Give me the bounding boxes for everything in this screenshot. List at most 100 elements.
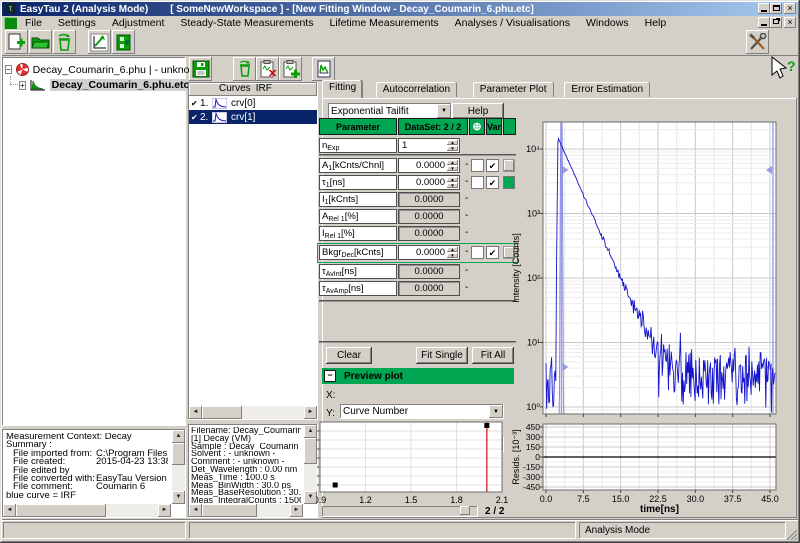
spinner-up-icon[interactable]: ▲: [447, 140, 458, 145]
chevron-down-icon[interactable]: ▼: [437, 104, 451, 118]
param-value-field[interactable]: 0.0000▲▼: [398, 245, 460, 260]
dataset-slider[interactable]: [322, 506, 478, 517]
mdi-minimize-button[interactable]: [758, 17, 770, 28]
minimize-button[interactable]: [758, 3, 770, 14]
menu-help[interactable]: Help: [637, 17, 675, 29]
add-to-list-button[interactable]: [279, 57, 302, 81]
menu-file[interactable]: File: [17, 17, 50, 29]
delete-curve-button[interactable]: [233, 57, 256, 81]
remove-from-list-button[interactable]: ✕: [256, 57, 279, 81]
curves-list-header[interactable]: Curves IRF: [189, 83, 317, 96]
tab-parameter-plot[interactable]: Parameter Plot: [473, 82, 554, 97]
spinner-down-icon[interactable]: ▼: [447, 166, 458, 171]
scrollbar-track[interactable]: [202, 406, 304, 419]
fit-single-button[interactable]: Fit Single: [416, 347, 468, 364]
scrollbar-thumb[interactable]: [202, 504, 257, 517]
expand-expander-icon[interactable]: +: [19, 81, 26, 90]
spinner-down-icon[interactable]: ▼: [447, 253, 458, 258]
var-checkbox[interactable]: ✔: [486, 176, 499, 189]
info-horizontal-scrollbar[interactable]: ◄ ►: [189, 504, 303, 517]
tab-autocorrelation[interactable]: Autocorrelation: [376, 82, 457, 97]
collapse-expander-icon[interactable]: −: [5, 65, 12, 74]
open-workspace-button[interactable]: [29, 30, 52, 54]
checkmark-icon[interactable]: ✔: [191, 99, 200, 108]
scrollbar-thumb[interactable]: [172, 443, 185, 465]
param-value-field[interactable]: 0.0000▲▼: [398, 175, 460, 190]
spinner-up-icon[interactable]: ▲: [447, 247, 458, 252]
settings-tools-button[interactable]: [746, 30, 769, 54]
spinner-down-icon[interactable]: ▼: [447, 146, 458, 151]
scrollbar-track[interactable]: [16, 504, 158, 517]
fit-model-select[interactable]: Exponential Tailfit ▼: [328, 103, 452, 119]
help-button[interactable]: Help: [452, 103, 504, 119]
value-spinner[interactable]: ▲▼: [447, 247, 458, 258]
var-checkbox[interactable]: ✔: [486, 246, 499, 259]
curves-horizontal-scrollbar[interactable]: ◄ ►: [189, 406, 317, 419]
tree-root-label[interactable]: Decay_Coumarin_6.phu | - unknown -: [33, 64, 210, 76]
scroll-right-icon[interactable]: ►: [290, 504, 303, 517]
value-spinner[interactable]: ▲▼: [447, 160, 458, 171]
scrollbar-track[interactable]: [202, 504, 290, 517]
scrollbar-thumb[interactable]: [202, 406, 242, 419]
collapse-section-icon[interactable]: −: [324, 370, 336, 382]
menu-windows[interactable]: Windows: [578, 17, 637, 29]
menu-analyses-visualisations[interactable]: Analyses / Visualisations: [447, 17, 578, 29]
scrollbar-thumb[interactable]: [16, 504, 106, 517]
mdi-close-button[interactable]: ×: [784, 17, 796, 28]
close-button[interactable]: ×: [784, 3, 796, 14]
menu-steady-state-measurements[interactable]: Steady-State Measurements: [172, 17, 321, 29]
scroll-left-icon[interactable]: ◄: [189, 504, 202, 517]
scrollbar-track[interactable]: [172, 443, 185, 491]
preview-data-point[interactable]: [333, 483, 338, 488]
tree-root-row[interactable]: − Decay_Coumarin_6.phu | - unknown -: [5, 63, 183, 76]
context-horizontal-scrollbar[interactable]: ◄ ►: [3, 504, 171, 517]
value-spinner[interactable]: ▲▼: [447, 177, 458, 188]
param-value-field[interactable]: 1▲▼: [398, 138, 460, 153]
param-value-field[interactable]: 0.0000▲▼: [398, 158, 460, 173]
menu-lifetime-measurements[interactable]: Lifetime Measurements: [321, 17, 446, 29]
scroll-right-icon[interactable]: ►: [158, 504, 171, 517]
tab-fitting[interactable]: Fitting: [322, 80, 363, 98]
menu-adjustment[interactable]: Adjustment: [104, 17, 173, 29]
curves-column-header[interactable]: Curves: [219, 83, 251, 96]
value-spinner[interactable]: ▲▼: [447, 140, 458, 151]
tree-child-row[interactable]: + Decay_Coumarin_6.phu.etc: [5, 78, 183, 92]
maximize-button[interactable]: [770, 3, 782, 14]
new-document-button[interactable]: [5, 30, 28, 54]
curve-list-item[interactable]: ✔1.crv[0]: [189, 96, 317, 110]
scroll-right-icon[interactable]: ►: [304, 406, 317, 419]
menu-settings[interactable]: Settings: [50, 17, 104, 29]
chevron-down-icon[interactable]: ▼: [489, 405, 503, 418]
curve-list-item[interactable]: ✔2.crv[1]: [189, 110, 317, 124]
global-flag-cell[interactable]: [471, 159, 484, 172]
global-flag-cell[interactable]: [471, 246, 484, 259]
resize-grip[interactable]: [787, 530, 797, 540]
scroll-left-icon[interactable]: ◄: [3, 504, 16, 517]
x-tick-label: 22.5: [649, 494, 667, 504]
irf-column-header[interactable]: IRF: [256, 83, 272, 96]
checkmark-icon[interactable]: ✔: [191, 113, 200, 122]
scroll-up-icon[interactable]: ▲: [172, 430, 185, 443]
spinner-down-icon[interactable]: ▼: [447, 183, 458, 188]
scroll-down-icon[interactable]: ▼: [172, 491, 185, 504]
tree-child-label[interactable]: Decay_Coumarin_6.phu.etc: [50, 79, 192, 91]
mdi-restore-button[interactable]: [770, 17, 782, 28]
preview-x-select[interactable]: Curve Number ▼: [340, 404, 504, 419]
var-checkbox[interactable]: ✔: [486, 159, 499, 172]
scroll-left-icon[interactable]: ◄: [189, 406, 202, 419]
tab-error-estimation[interactable]: Error Estimation: [564, 82, 650, 97]
clear-button[interactable]: Clear: [326, 347, 372, 364]
global-flag-cell[interactable]: [471, 176, 484, 189]
preview-data-point[interactable]: [484, 423, 489, 428]
globe-icon: ⊕: [469, 118, 485, 135]
spinner-up-icon[interactable]: ▲: [447, 177, 458, 182]
batch-processing-button[interactable]: [112, 30, 135, 54]
context-vertical-scrollbar[interactable]: ▲ ▼: [172, 430, 185, 504]
spinner-up-icon[interactable]: ▲: [447, 160, 458, 165]
report-button[interactable]: [312, 57, 335, 81]
fit-all-button[interactable]: Fit All: [472, 347, 514, 364]
delete-button[interactable]: [53, 30, 76, 54]
analysis-window-button[interactable]: [88, 30, 111, 54]
save-curve-button[interactable]: [189, 57, 212, 81]
slider-thumb[interactable]: [460, 506, 470, 515]
